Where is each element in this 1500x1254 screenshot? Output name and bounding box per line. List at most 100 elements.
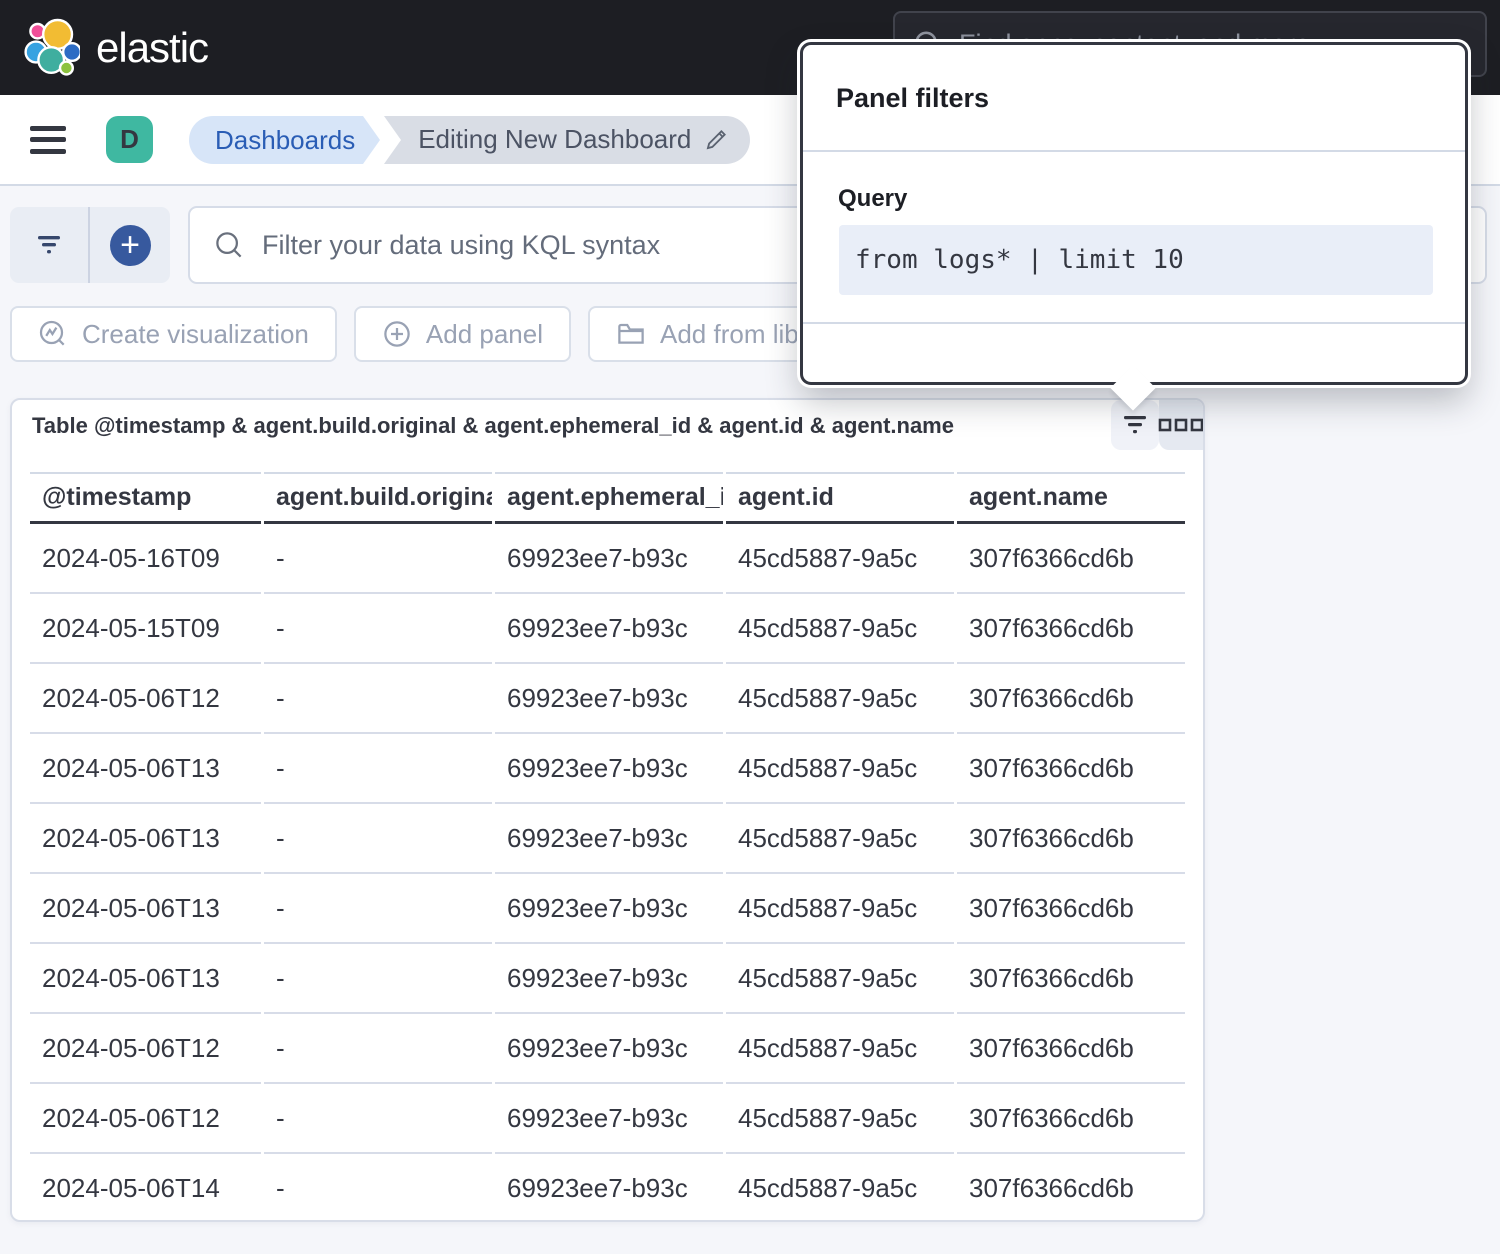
filter-list-button[interactable] [10,207,90,283]
column-header-2[interactable]: agent.ephemeral_id [495,472,723,524]
table-cell[interactable]: 69923ee7-b93c [495,664,723,734]
menu-hamburger-button[interactable] [30,126,66,154]
kql-placeholder: Filter your data using KQL syntax [262,230,660,261]
table-row: 2024-05-06T13-69923ee7-b93c45cd5887-9a5c… [30,874,1188,944]
table-cell[interactable]: 307f6366cd6b [957,524,1185,594]
filter-icon [1119,413,1151,437]
table-cell[interactable]: - [264,734,492,804]
query-label: Query [838,185,907,213]
table-cell[interactable]: - [264,524,492,594]
table-cell[interactable]: 69923ee7-b93c [495,1154,723,1222]
table-row: 2024-05-06T13-69923ee7-b93c45cd5887-9a5c… [30,804,1188,874]
table-cell[interactable]: 69923ee7-b93c [495,1014,723,1084]
table-cell[interactable]: 69923ee7-b93c [495,1084,723,1154]
table-cell[interactable]: 2024-05-06T12 [30,664,261,734]
table-row: 2024-05-06T12-69923ee7-b93c45cd5887-9a5c… [30,664,1188,734]
data-grid: @timestampagent.build.originalagent.ephe… [30,472,1188,1222]
table-cell[interactable]: - [264,594,492,664]
breadcrumb-dashboards[interactable]: Dashboards [189,116,363,164]
table-cell[interactable]: 2024-05-06T14 [30,1154,261,1222]
table-cell[interactable]: 307f6366cd6b [957,944,1185,1014]
table-row: 2024-05-06T14-69923ee7-b93c45cd5887-9a5c… [30,1154,1188,1222]
table-cell[interactable]: 2024-05-06T12 [30,1084,261,1154]
brand-wordmark: elastic [96,24,208,72]
elastic-logo-icon [24,18,80,78]
column-header-1[interactable]: agent.build.original [264,472,492,524]
table-row: 2024-05-16T09-69923ee7-b93c45cd5887-9a5c… [30,524,1188,594]
plus-icon: + [110,225,151,266]
add-panel-label: Add panel [426,319,543,350]
table-cell[interactable]: 45cd5887-9a5c [726,734,954,804]
table-cell[interactable]: 2024-05-06T13 [30,874,261,944]
column-header-4[interactable]: agent.name [957,472,1185,524]
table-cell[interactable]: 45cd5887-9a5c [726,594,954,664]
add-filter-button[interactable]: + [90,207,170,283]
table-cell[interactable]: 45cd5887-9a5c [726,1084,954,1154]
table-row: 2024-05-06T12-69923ee7-b93c45cd5887-9a5c… [30,1084,1188,1154]
column-header-0[interactable]: @timestamp [30,472,261,524]
table-cell[interactable]: 45cd5887-9a5c [726,944,954,1014]
query-code-block: from logs* | limit 10 [839,225,1433,295]
breadcrumb-current[interactable]: Editing New Dashboard [384,116,750,164]
folder-icon [616,319,646,349]
filter-controls-group: + [10,207,170,283]
table-cell[interactable]: 307f6366cd6b [957,594,1185,664]
table-cell[interactable]: 2024-05-06T13 [30,944,261,1014]
table-cell[interactable]: 69923ee7-b93c [495,804,723,874]
pencil-icon[interactable] [704,128,728,152]
table-cell[interactable]: - [264,874,492,944]
table-cell[interactable]: 45cd5887-9a5c [726,664,954,734]
table-row: 2024-05-06T13-69923ee7-b93c45cd5887-9a5c… [30,944,1188,1014]
table-cell[interactable]: - [264,1084,492,1154]
table-cell[interactable]: 307f6366cd6b [957,804,1185,874]
search-icon [214,230,244,260]
data-grid-header-row: @timestampagent.build.originalagent.ephe… [30,472,1188,524]
table-cell[interactable]: - [264,804,492,874]
table-cell[interactable]: 69923ee7-b93c [495,524,723,594]
boxes-horizontal-icon [1158,418,1204,432]
table-cell[interactable]: 69923ee7-b93c [495,944,723,1014]
table-panel: Table @timestamp & agent.build.original … [10,398,1205,1222]
lens-icon [38,319,68,349]
table-cell[interactable]: - [264,944,492,1014]
table-cell[interactable]: 2024-05-06T12 [30,1014,261,1084]
table-cell[interactable]: - [264,1014,492,1084]
data-grid-body: 2024-05-16T09-69923ee7-b93c45cd5887-9a5c… [30,524,1188,1222]
divider [803,150,1465,152]
table-cell[interactable]: 45cd5887-9a5c [726,874,954,944]
query-value: from logs* | limit 10 [855,245,1184,275]
table-cell[interactable]: 69923ee7-b93c [495,874,723,944]
space-avatar[interactable]: D [106,116,153,163]
table-cell[interactable]: - [264,664,492,734]
table-row: 2024-05-06T13-69923ee7-b93c45cd5887-9a5c… [30,734,1188,804]
table-row: 2024-05-15T09-69923ee7-b93c45cd5887-9a5c… [30,594,1188,664]
table-cell[interactable]: 307f6366cd6b [957,1014,1185,1084]
table-row: 2024-05-06T12-69923ee7-b93c45cd5887-9a5c… [30,1014,1188,1084]
table-cell[interactable]: 307f6366cd6b [957,874,1185,944]
breadcrumb-current-label: Editing New Dashboard [418,124,691,155]
table-cell[interactable]: 69923ee7-b93c [495,594,723,664]
panel-title: Table @timestamp & agent.build.original … [32,413,954,439]
table-cell[interactable]: 2024-05-06T13 [30,734,261,804]
dashboard-actions: Create visualization Add panel Add from … [10,306,872,362]
table-cell[interactable]: 2024-05-15T09 [30,594,261,664]
panel-filters-popover: Panel filters Query from logs* | limit 1… [800,42,1468,385]
table-cell[interactable]: 45cd5887-9a5c [726,524,954,594]
table-cell[interactable]: 2024-05-16T09 [30,524,261,594]
column-header-3[interactable]: agent.id [726,472,954,524]
table-cell[interactable]: 307f6366cd6b [957,1154,1185,1222]
add-panel-button[interactable]: Add panel [354,306,571,362]
plus-circle-icon [382,319,412,349]
panel-options-button[interactable] [1159,400,1203,450]
table-cell[interactable]: 69923ee7-b93c [495,734,723,804]
table-cell[interactable]: 307f6366cd6b [957,734,1185,804]
table-cell[interactable]: 45cd5887-9a5c [726,804,954,874]
table-cell[interactable]: 307f6366cd6b [957,664,1185,734]
table-cell[interactable]: 2024-05-06T13 [30,804,261,874]
table-cell[interactable]: 45cd5887-9a5c [726,1014,954,1084]
filter-icon [32,232,66,258]
create-visualization-button[interactable]: Create visualization [10,306,337,362]
table-cell[interactable]: - [264,1154,492,1222]
table-cell[interactable]: 307f6366cd6b [957,1084,1185,1154]
table-cell[interactable]: 45cd5887-9a5c [726,1154,954,1222]
